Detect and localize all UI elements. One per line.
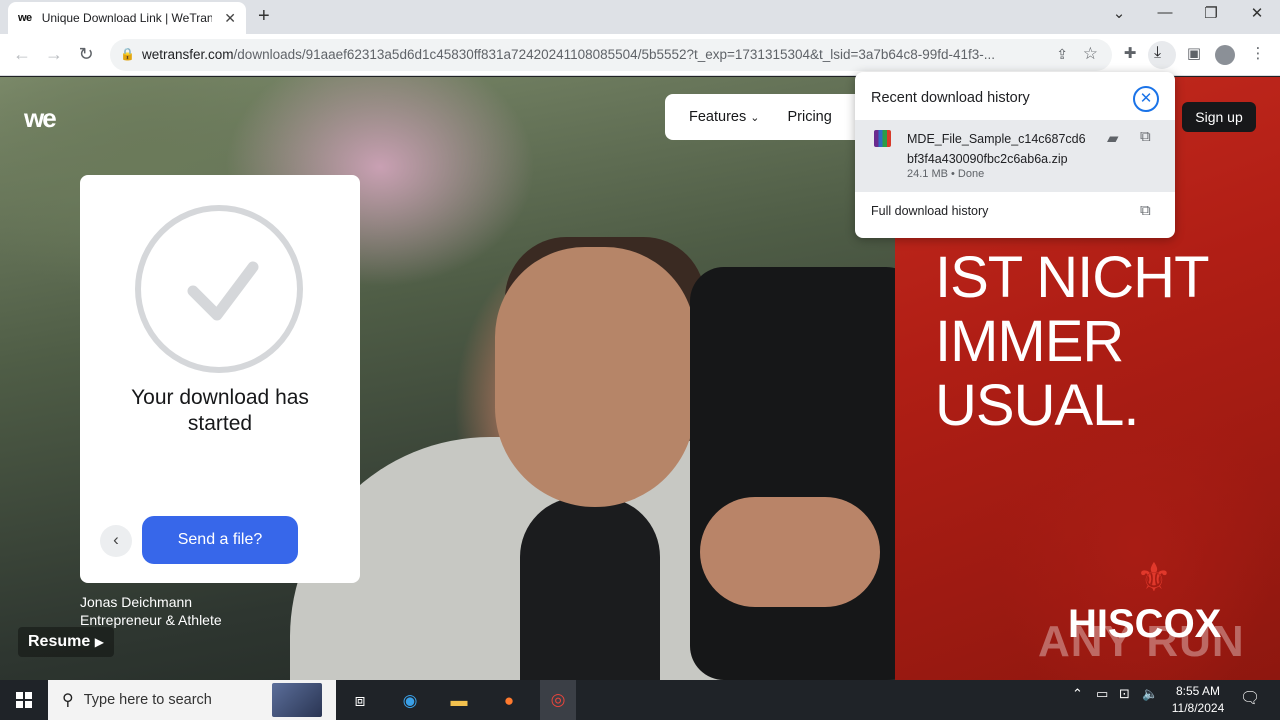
new-tab-button[interactable]: + [258, 6, 270, 26]
signup-button[interactable]: Sign up [1182, 102, 1256, 132]
nav-features-label: Features [689, 109, 747, 125]
close-popup-icon[interactable]: ✕ [1133, 86, 1159, 112]
chevron-down-icon: ⌄ [750, 112, 760, 124]
popup-title: Recent download history [871, 90, 1030, 106]
extensions-puzzle-icon[interactable]: ✚ [1118, 44, 1142, 62]
download-arrow-icon: ⤓ [1154, 44, 1162, 61]
chrome-icon[interactable]: ◎ [540, 680, 576, 720]
volume-icon[interactable]: 🔈 [1142, 686, 1158, 702]
start-button[interactable] [0, 680, 48, 720]
download-status-card: Your download has started ‹ Send a file? [80, 175, 360, 583]
profile-avatar[interactable] [1215, 45, 1235, 65]
resume-button[interactable]: Resume ▶ [18, 627, 114, 657]
windows-taskbar: ⚲ Type here to search ⧈ ◉ ▬ ● ◎ ⌃ ▭ ⊡ 🔈 … [0, 680, 1280, 720]
wetransfer-logo[interactable]: we [24, 105, 57, 131]
menu-kebab-icon[interactable]: ⋮ [1246, 44, 1270, 62]
close-window-button[interactable]: ✕ [1242, 4, 1272, 22]
back-arrow-icon[interactable]: ← [10, 44, 34, 64]
battery-icon[interactable]: ▭ [1096, 686, 1108, 702]
minimize-button[interactable]: — [1150, 4, 1180, 21]
tab-strip: we Unique Download Link | WeTransfer ✕ +… [0, 0, 1280, 34]
download-file-name: MDE_File_Sample_c14c687cd6bf3f4a430090fb… [907, 132, 1086, 166]
hiscox-fleur-icon: ⚜ [1136, 556, 1172, 600]
download-started-title: Your download has started [131, 386, 309, 435]
ad-brand-logo: HISCOX [1068, 602, 1222, 646]
notification-center-icon[interactable]: 🗨 [1240, 688, 1260, 708]
network-icon[interactable]: ⊡ [1119, 686, 1130, 702]
system-clock[interactable]: 8:55 AM 11/8/2024 [1160, 683, 1236, 717]
download-history-popup: Recent download history ✕ MDE_File_Sampl… [855, 72, 1175, 238]
edge-browser-icon[interactable]: ◉ [397, 688, 423, 714]
photo-credit: Jonas Deichmann Entrepreneur & Athlete [80, 593, 222, 629]
search-placeholder: Type here to search [83, 692, 212, 708]
full-download-history-link[interactable]: Full download history [871, 204, 988, 218]
photo-phone [690, 267, 920, 680]
search-highlight-thumbnail [272, 683, 322, 717]
windows-logo-icon [16, 692, 32, 708]
back-chevron-button[interactable]: ‹ [100, 525, 132, 557]
forward-arrow-icon[interactable]: → [42, 44, 66, 64]
winrar-archive-icon [874, 130, 891, 147]
taskbar-search-box[interactable]: ⚲ Type here to search [48, 680, 336, 720]
checkmark-circle-icon [135, 205, 303, 373]
show-in-folder-icon[interactable]: ▰ [1107, 129, 1119, 147]
wetransfer-favicon-icon: we [18, 12, 32, 24]
url-text[interactable]: wetransfer.com/downloads/91aaef62313a5d6… [142, 47, 1042, 62]
share-icon[interactable]: ⇪ [1056, 46, 1068, 63]
play-icon: ▶ [94, 635, 104, 649]
lock-icon[interactable]: 🔒 [120, 47, 135, 61]
address-bar[interactable]: 🔒 wetransfer.com/downloads/91aaef62313a5… [110, 39, 1112, 71]
browser-tab[interactable]: we Unique Download Link | WeTransfer ✕ [8, 2, 246, 34]
photo-face [495, 247, 695, 507]
search-icon: ⚲ [62, 692, 74, 709]
close-tab-icon[interactable]: ✕ [224, 10, 236, 27]
photo-hand [700, 497, 880, 607]
side-panel-icon[interactable]: ▣ [1182, 44, 1206, 62]
download-file-meta: 24.1 MB • Done [907, 168, 985, 180]
file-explorer-icon[interactable]: ▬ [446, 688, 472, 714]
clock-date: 11/8/2024 [1171, 701, 1225, 715]
top-navigation: Features ⌄ Pricing [665, 94, 885, 140]
download-item[interactable]: MDE_File_Sample_c14c687cd6bf3f4a430090fb… [855, 120, 1175, 192]
reload-icon[interactable]: ↻ [74, 44, 98, 64]
tray-chevron-up-icon[interactable]: ⌃ [1072, 686, 1083, 702]
restore-button[interactable]: ❐ [1196, 4, 1226, 22]
bookmark-star-icon[interactable]: ☆ [1083, 44, 1098, 64]
resume-label: Resume [28, 633, 91, 650]
url-path: /downloads/91aaef62313a5d6d1c45830ff831a… [233, 47, 995, 62]
tab-title: Unique Download Link | WeTransfer [41, 11, 212, 25]
firefox-icon[interactable]: ● [496, 688, 522, 714]
clock-time: 8:55 AM [1175, 684, 1221, 698]
browser-toolbar: ← → ↻ 🔒 wetransfer.com/downloads/91aaef6… [0, 34, 1280, 76]
nav-pricing[interactable]: Pricing [787, 109, 831, 125]
task-view-icon[interactable]: ⧈ [347, 688, 373, 714]
checkmark-icon [187, 261, 259, 321]
photo-shirt [520, 497, 660, 680]
downloads-button[interactable]: ⤓ [1148, 41, 1176, 69]
tab-search-chevron-icon[interactable]: ⌄ [1104, 4, 1134, 22]
credit-name: Jonas Deichmann [80, 594, 193, 610]
nav-features[interactable]: Features ⌄ [689, 109, 759, 125]
url-host: wetransfer.com [142, 47, 234, 62]
open-external-icon[interactable]: ⧉ [1140, 128, 1151, 145]
full-history-external-icon[interactable]: ⧉ [1140, 202, 1151, 219]
send-file-button[interactable]: Send a file? [142, 516, 298, 564]
